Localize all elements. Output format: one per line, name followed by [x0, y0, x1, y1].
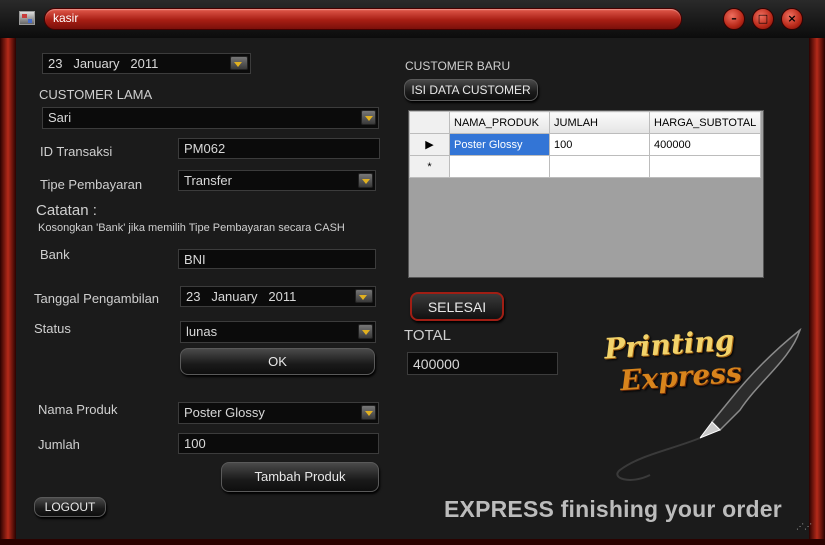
grid-cell[interactable]: 100 [549, 133, 650, 156]
order-date-year: 2011 [130, 56, 159, 71]
order-date-month: January [73, 56, 120, 71]
window-frame-right [809, 38, 825, 545]
title-pill [44, 8, 682, 30]
nama-produk-select[interactable]: Poster Glossy [178, 402, 379, 424]
close-button[interactable]: × [781, 8, 803, 30]
status-label: Status [34, 321, 71, 336]
minimize-button[interactable]: – [723, 8, 745, 30]
id-transaksi-value: PM062 [184, 141, 226, 156]
close-icon: × [787, 12, 797, 25]
table-row[interactable]: ▶ Poster Glossy 100 400000 [409, 133, 762, 156]
order-date-picker[interactable]: 23 January 2011 [42, 53, 251, 74]
bank-label: Bank [40, 247, 70, 262]
maximize-button[interactable]: □ [752, 8, 774, 30]
jumlah-field[interactable]: 100 [178, 433, 379, 454]
grid-cell[interactable] [549, 155, 650, 178]
catatan-note: Kosongkan 'Bank' jika memilih Tipe Pemba… [38, 222, 345, 234]
grid-column-header[interactable]: HARGA_SUBTOTAL [648, 111, 762, 134]
row-pointer-icon[interactable]: ▶ [409, 133, 450, 156]
logout-button[interactable]: LOGOUT [34, 497, 106, 517]
customer-lama-value: Sari [48, 110, 72, 125]
new-row-icon: * [409, 155, 450, 178]
jumlah-value: 100 [184, 436, 206, 451]
chevron-down-icon[interactable] [358, 173, 373, 188]
total-label: TOTAL [404, 327, 451, 344]
tanggal-year: 2011 [268, 289, 297, 304]
grid-cell[interactable] [648, 155, 762, 178]
grid-cell[interactable]: Poster Glossy [449, 133, 550, 156]
tipe-pembayaran-value: Transfer [184, 173, 232, 188]
nama-produk-value: Poster Glossy [184, 405, 265, 420]
fountain-pen-icon [616, 327, 802, 481]
grid-column-header[interactable]: NAMA_PRODUK [449, 111, 550, 134]
status-value: lunas [186, 324, 218, 339]
tipe-pembayaran-select[interactable]: Transfer [178, 170, 376, 191]
maximize-icon: □ [757, 12, 769, 25]
tambah-produk-button[interactable]: Tambah Produk [221, 462, 379, 492]
bank-value: BNI [184, 252, 206, 267]
selesai-button[interactable]: SELESAI [410, 292, 504, 321]
bank-field[interactable]: BNI [178, 249, 376, 269]
nama-produk-label: Nama Produk [38, 402, 118, 417]
customer-lama-label: CUSTOMER LAMA [39, 87, 153, 102]
chevron-down-icon[interactable] [355, 289, 373, 303]
chevron-down-icon[interactable] [230, 56, 248, 70]
tanggal-pengambilan-picker[interactable]: 23 January 2011 [180, 286, 376, 307]
tanggal-day: 23 [186, 289, 201, 304]
table-new-row[interactable]: * [409, 155, 762, 178]
id-transaksi-field[interactable]: PM062 [178, 138, 380, 159]
chevron-down-icon[interactable] [358, 324, 373, 339]
jumlah-label: Jumlah [38, 437, 80, 452]
total-field: 400000 [407, 352, 558, 375]
resize-grip-icon[interactable]: ⋰⋰ [796, 522, 812, 531]
kasir-window: kasir – □ × 23 January 2011 CUSTOMER LAM… [0, 0, 825, 545]
title-bar[interactable]: kasir – □ × [0, 0, 825, 38]
order-date-day: 23 [48, 56, 63, 71]
app-icon [19, 11, 35, 25]
window-title: kasir [53, 11, 79, 25]
window-frame-bottom [0, 539, 825, 545]
window-frame-left [0, 38, 16, 545]
catatan-label: Catatan : [36, 202, 97, 219]
chevron-down-icon[interactable] [361, 110, 376, 125]
order-grid[interactable]: NAMA_PRODUK JUMLAH HARGA_SUBTOTAL ▶ Post… [408, 110, 764, 278]
tagline: EXPRESS finishing your order [444, 496, 782, 522]
grid-column-header[interactable]: JUMLAH [549, 111, 650, 134]
total-value: 400000 [413, 356, 460, 372]
isi-data-customer-button[interactable]: ISI DATA CUSTOMER [404, 79, 538, 101]
id-transaksi-label: ID Transaksi [40, 144, 113, 159]
grid-cell[interactable] [449, 155, 550, 178]
ok-button[interactable]: OK [180, 348, 375, 375]
status-select[interactable]: lunas [180, 321, 376, 343]
grid-cell[interactable]: 400000 [648, 133, 762, 156]
tanggal-month: January [211, 289, 258, 304]
minimize-icon: – [731, 12, 737, 25]
tanggal-pengambilan-label: Tanggal Pengambilan [34, 291, 160, 306]
customer-baru-label: CUSTOMER BARU [405, 59, 511, 73]
grid-corner-cell [409, 111, 450, 134]
customer-lama-select[interactable]: Sari [42, 107, 379, 129]
grid-header-row: NAMA_PRODUK JUMLAH HARGA_SUBTOTAL [409, 111, 762, 134]
tipe-pembayaran-label: Tipe Pembayaran [40, 177, 143, 192]
chevron-down-icon[interactable] [361, 405, 376, 420]
